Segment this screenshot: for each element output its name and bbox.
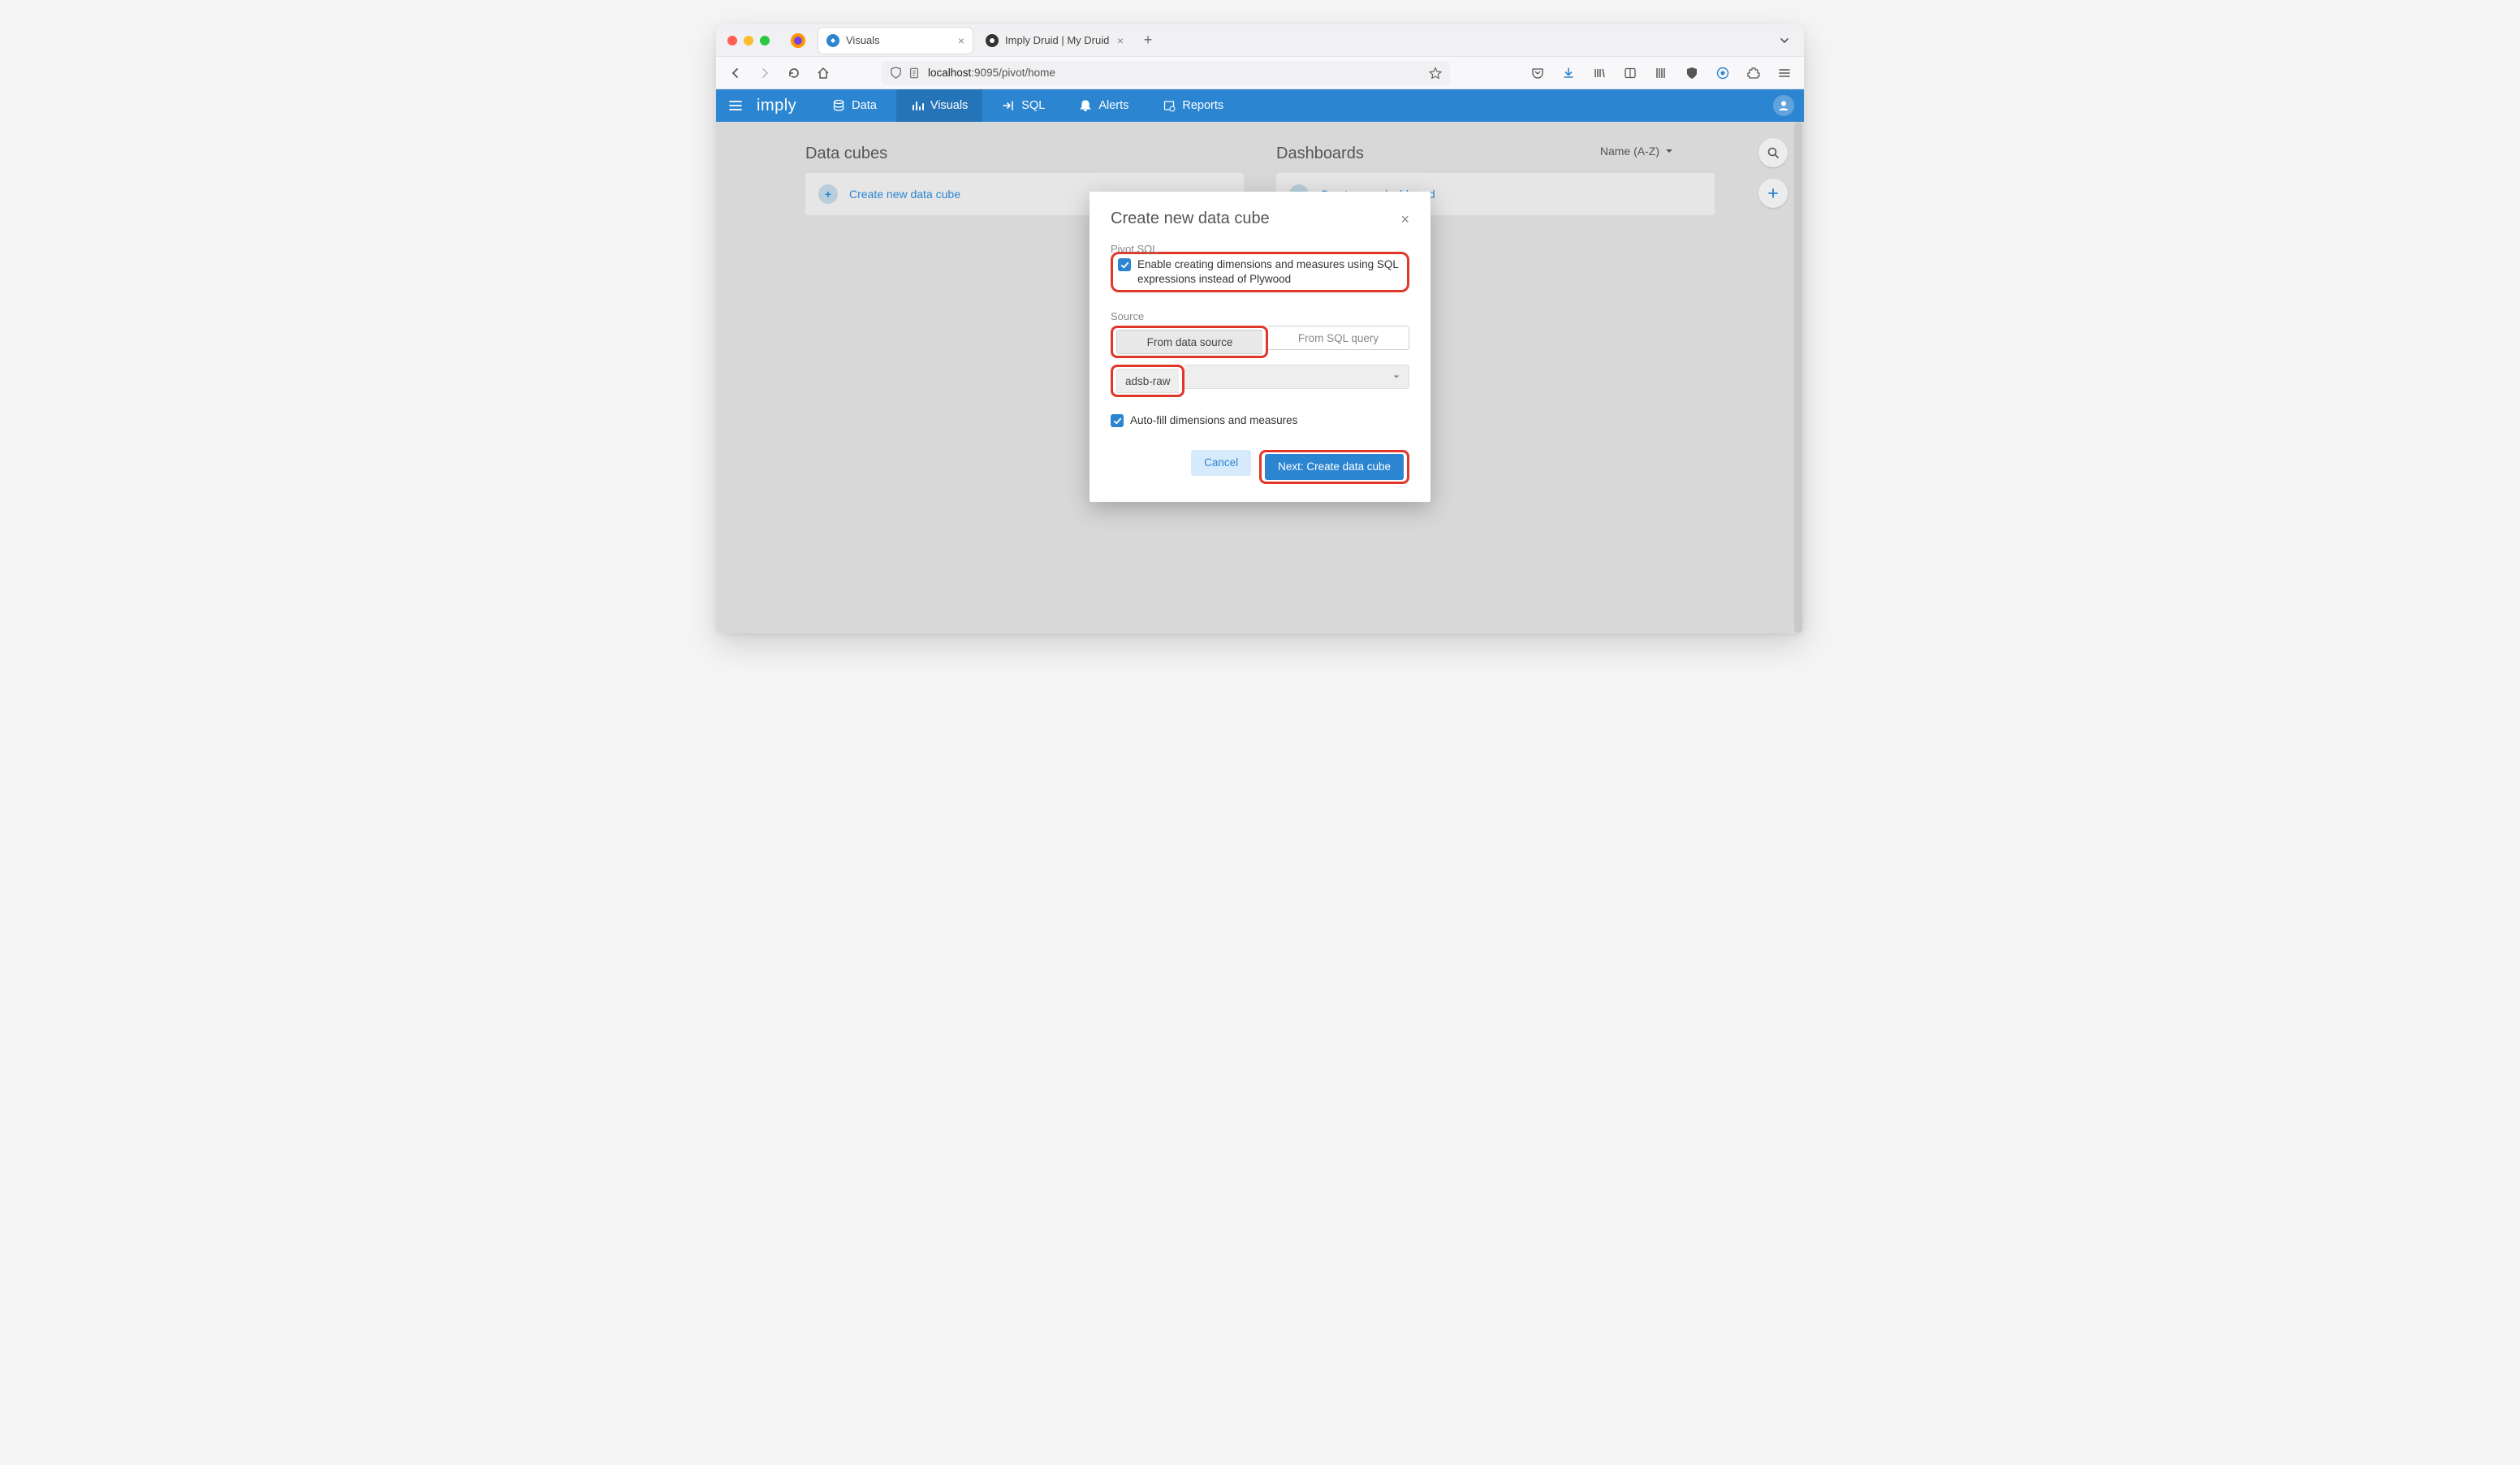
home-button[interactable] — [812, 62, 835, 84]
nav-label: Alerts — [1098, 99, 1128, 112]
datacubes-heading: Data cubes — [805, 145, 1244, 163]
nav-sql[interactable]: SQL — [987, 89, 1059, 122]
url-bar[interactable]: localhost:9095/pivot/home — [882, 61, 1450, 85]
window-close-icon[interactable] — [727, 36, 737, 45]
tab-favicon-icon — [826, 34, 839, 47]
app-nav-bar: imply Data Visuals SQL Alerts Reports — [716, 89, 1804, 122]
url-text: localhost:9095/pivot/home — [928, 67, 1055, 79]
pocket-icon[interactable] — [1526, 62, 1549, 84]
scrollbar[interactable] — [1794, 122, 1802, 633]
window-controls — [727, 36, 770, 45]
bell-icon — [1079, 99, 1092, 112]
enable-sql-checkbox[interactable] — [1118, 258, 1131, 271]
check-icon — [1113, 417, 1122, 426]
back-button[interactable] — [724, 62, 747, 84]
extensions-icon[interactable] — [1742, 62, 1765, 84]
source-segmented: From data source From SQL query — [1111, 326, 1409, 358]
forward-button — [753, 62, 776, 84]
check-icon — [1120, 261, 1129, 270]
autofill-checkbox[interactable] — [1111, 414, 1124, 427]
grid-icon[interactable] — [1650, 62, 1672, 84]
nav-label: Reports — [1182, 99, 1223, 112]
cancel-button[interactable]: Cancel — [1191, 450, 1251, 476]
reports-icon — [1163, 99, 1176, 112]
tab-close-icon[interactable]: × — [1117, 34, 1124, 47]
avatar-icon — [1773, 95, 1794, 116]
tab-close-icon[interactable]: × — [958, 34, 964, 47]
highlight-next-button: Next: Create data cube — [1259, 450, 1409, 484]
privacy-shield-icon[interactable] — [1681, 62, 1703, 84]
autofill-label: Auto-fill dimensions and measures — [1130, 413, 1297, 428]
reload-button[interactable] — [783, 62, 805, 84]
tab-title: Visuals — [846, 34, 880, 46]
datasource-select[interactable]: adsb-raw — [1111, 365, 1409, 397]
bookmark-star-icon[interactable] — [1429, 67, 1442, 80]
nav-alerts[interactable]: Alerts — [1064, 89, 1143, 122]
create-datacube-modal: Create new data cube × Pivot SQL Enable … — [1090, 192, 1430, 502]
page-info-icon[interactable] — [908, 67, 920, 79]
modal-actions: Cancel Next: Create data cube — [1111, 450, 1409, 484]
nav-data[interactable]: Data — [818, 89, 891, 122]
nav-label: Visuals — [930, 99, 968, 112]
browser-toolbar: localhost:9095/pivot/home — [716, 57, 1804, 89]
menu-icon[interactable] — [1773, 62, 1796, 84]
fab-column — [1758, 138, 1788, 208]
reader-icon[interactable] — [1619, 62, 1642, 84]
modal-close-icon[interactable]: × — [1400, 212, 1409, 227]
brand-logo[interactable]: imply — [757, 97, 796, 115]
nav-label: Data — [852, 99, 877, 112]
password-icon[interactable] — [1711, 62, 1734, 84]
browser-tab-strip: Visuals × Imply Druid | My Druid × + — [716, 24, 1804, 57]
modal-title-row: Create new data cube × — [1111, 210, 1409, 228]
toolbar-right — [1526, 62, 1796, 84]
tabs-overflow-icon[interactable] — [1778, 34, 1791, 47]
profile-menu[interactable] — [1773, 95, 1794, 116]
source-tab-sqlquery[interactable]: From SQL query — [1268, 326, 1409, 349]
sort-control[interactable]: Name (A-Z) — [1600, 145, 1674, 158]
add-fab[interactable] — [1758, 179, 1788, 208]
tab-favicon-icon — [986, 34, 999, 47]
search-fab[interactable] — [1758, 138, 1788, 167]
new-tab-button[interactable]: + — [1137, 32, 1159, 49]
search-icon — [1767, 146, 1780, 159]
source-tab-datasource[interactable]: From data source — [1116, 330, 1262, 354]
database-icon — [832, 99, 845, 112]
datasource-value: adsb-raw — [1116, 369, 1179, 393]
sort-label: Name (A-Z) — [1600, 145, 1659, 158]
browser-tab-active[interactable]: Visuals × — [818, 28, 973, 54]
nav-reports[interactable]: Reports — [1148, 89, 1238, 122]
modal-title: Create new data cube — [1111, 210, 1270, 228]
browser-tab[interactable]: Imply Druid | My Druid × — [977, 28, 1132, 54]
menu-toggle-icon[interactable] — [726, 98, 745, 113]
caret-down-icon — [1664, 146, 1674, 156]
plus-icon: + — [818, 184, 838, 204]
chart-icon — [911, 99, 924, 112]
enable-sql-label: Enable creating dimensions and measures … — [1137, 257, 1402, 287]
highlight-enable-sql: Enable creating dimensions and measures … — [1111, 252, 1409, 292]
nav-visuals[interactable]: Visuals — [896, 89, 982, 122]
window-zoom-icon[interactable] — [760, 36, 770, 45]
plus-icon — [1767, 187, 1780, 200]
shield-icon[interactable] — [890, 67, 902, 79]
highlight-datasource-value: adsb-raw — [1111, 365, 1184, 397]
window-minimize-icon[interactable] — [744, 36, 753, 45]
downloads-icon[interactable] — [1557, 62, 1580, 84]
highlight-from-datasource: From data source — [1111, 326, 1268, 358]
caret-down-icon — [1392, 373, 1400, 381]
library-icon[interactable] — [1588, 62, 1611, 84]
firefox-logo-icon — [789, 32, 807, 50]
sql-icon — [1002, 99, 1015, 112]
nav-label: SQL — [1021, 99, 1045, 112]
tab-title: Imply Druid | My Druid — [1005, 34, 1109, 46]
browser-window: Visuals × Imply Druid | My Druid × + — [716, 24, 1804, 633]
page-body: Data cubes + Create new data cube Dashbo… — [716, 122, 1804, 633]
next-create-button[interactable]: Next: Create data cube — [1265, 454, 1404, 480]
autofill-row[interactable]: Auto-fill dimensions and measures — [1111, 413, 1409, 428]
source-section-label: Source — [1111, 310, 1409, 322]
create-datacube-label: Create new data cube — [849, 188, 960, 201]
enable-sql-row[interactable]: Enable creating dimensions and measures … — [1118, 257, 1402, 287]
